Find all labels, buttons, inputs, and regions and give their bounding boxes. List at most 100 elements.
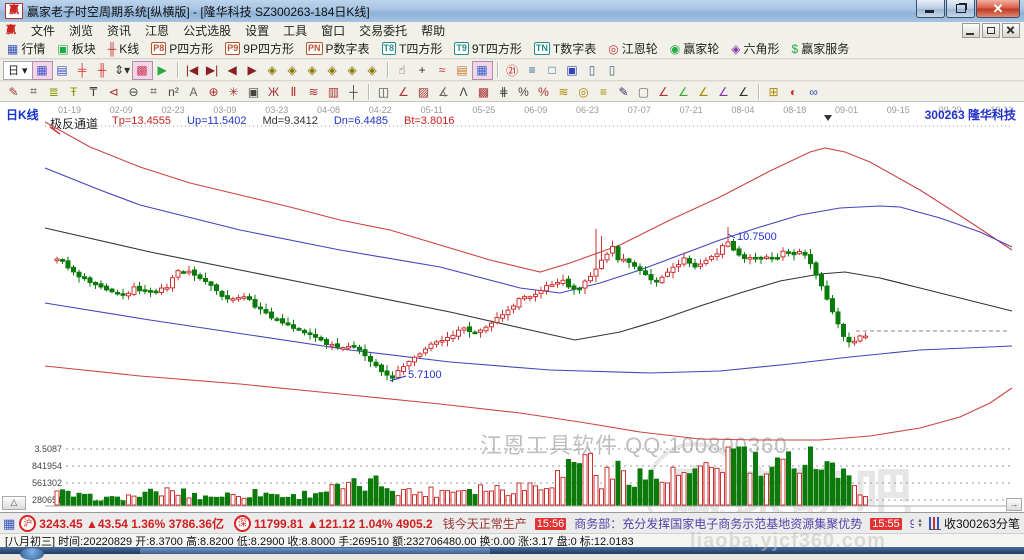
ticker-scroll-spinner[interactable]: ▲ ▼	[917, 519, 923, 529]
star-tool-icon[interactable]: ✳	[224, 83, 243, 100]
menu-item-7[interactable]: 窗口	[314, 21, 352, 40]
cross-tool-icon[interactable]: +	[413, 62, 432, 79]
first-page-icon[interactable]: |◀	[183, 62, 202, 79]
kline-style-1-icon[interactable]: ╪	[73, 62, 92, 79]
gold-wave-tool-icon[interactable]: ≋	[554, 83, 573, 100]
scale-dropdown-icon[interactable]: ⇕▾	[113, 62, 132, 79]
t-table-button[interactable]: TNT数字表	[531, 39, 599, 58]
period-day-dropdown-icon[interactable]: 日 ▾	[4, 62, 32, 79]
menu-item-6[interactable]: 工具	[276, 21, 314, 40]
hash-tool-2-icon[interactable]: ⌗	[144, 83, 163, 100]
calendar-icon[interactable]: ㉑	[503, 62, 522, 79]
p-square-button[interactable]: P8P四方形	[148, 39, 216, 58]
play-icon[interactable]: ▶	[153, 62, 172, 79]
note-tool-icon[interactable]: ▤	[453, 62, 472, 79]
menu-item-3[interactable]: 江恩	[138, 21, 176, 40]
workstation-2-icon[interactable]: ▯	[603, 62, 622, 79]
close-button[interactable]	[976, 0, 1020, 18]
chart-style-2-icon[interactable]: ▤	[53, 62, 72, 79]
mdi-restore-button[interactable]	[982, 23, 1000, 38]
prev-bar-icon[interactable]: ◀	[223, 62, 242, 79]
hand-tool-icon[interactable]: ☝	[393, 62, 412, 79]
menu-item-0[interactable]: 文件	[24, 21, 62, 40]
ratio-tool-icon[interactable]: ⋕	[494, 83, 513, 100]
menu-item-2[interactable]: 资讯	[100, 21, 138, 40]
sector-button[interactable]: ▣板块	[54, 39, 98, 58]
slope-tool-2-icon[interactable]: ∠	[654, 83, 673, 100]
slope-tool-4-icon[interactable]: ∠	[694, 83, 713, 100]
news-item-2[interactable]: 商务部：充分发挥国家电子商务示范基地资源集聚优势	[574, 515, 862, 532]
waves-tool-icon[interactable]: ≋	[304, 83, 323, 100]
menu-item-8[interactable]: 交易委托	[352, 21, 414, 40]
spinner-down-icon[interactable]: ▼	[917, 524, 923, 529]
save-icon[interactable]: ▣	[563, 62, 582, 79]
quote-button[interactable]: ▦行情	[4, 39, 48, 58]
zoom-tool-6-icon[interactable]: ◈	[363, 62, 382, 79]
winner-service-button[interactable]: $赢家服务	[789, 39, 853, 58]
angle-a-tool-icon[interactable]: A	[184, 83, 203, 100]
p-table-button[interactable]: PNP数字表	[303, 39, 373, 58]
gann-wheel-button[interactable]: ◎江恩轮	[605, 39, 661, 58]
gold-lines-tool-icon[interactable]: ≡	[594, 83, 613, 100]
last-page-icon[interactable]: ▶|	[203, 62, 222, 79]
shade-tool-icon[interactable]: ▨	[414, 83, 433, 100]
calculator-icon[interactable]: ≡	[523, 62, 542, 79]
menu-item-4[interactable]: 公式选股	[176, 21, 238, 40]
next-bar-icon[interactable]: ▶	[243, 62, 262, 79]
shanghai-index-quote[interactable]: 3243.45 ▲43.54 1.36% 3786.36亿	[39, 515, 224, 532]
gann-line-3-icon[interactable]: ₸	[84, 83, 103, 100]
gann-line-2-icon[interactable]: Ŧ	[64, 83, 83, 100]
kline-button[interactable]: ╫K线	[105, 39, 143, 58]
windows-taskbar[interactable]	[0, 547, 1024, 554]
panel-window-icon[interactable]: □	[543, 62, 562, 79]
taiji-tool-icon[interactable]: ◐	[784, 83, 803, 100]
grid-plus-tool-icon[interactable]: ⊞	[764, 83, 783, 100]
wave-tool-icon[interactable]: ≈	[433, 62, 452, 79]
news-item-0[interactable]: 钱今天正常生产	[443, 515, 527, 532]
mdi-close-button[interactable]	[1002, 23, 1020, 38]
hash-tool-icon[interactable]: ⌗	[24, 83, 43, 100]
t-square-button[interactable]: T8T四方形	[379, 39, 446, 58]
workstation-1-icon[interactable]: ▯	[583, 62, 602, 79]
9p-square-button[interactable]: P99P四方形	[222, 39, 297, 58]
slope-tool-1-icon[interactable]: ∠	[394, 83, 413, 100]
grid-tool-icon[interactable]: ▦	[473, 62, 492, 79]
n2-tool-icon[interactable]: n²	[164, 83, 183, 100]
kline-mix-icon[interactable]: ▩	[133, 62, 152, 79]
gann-line-1-icon[interactable]: ≣	[44, 83, 63, 100]
news-item-4[interactable]: 9月6日电，日本首相岸田文	[910, 515, 914, 532]
bars-tool-icon[interactable]: Ⅱ	[284, 83, 303, 100]
flag-tool-icon[interactable]: ⊲	[104, 83, 123, 100]
minimize-button[interactable]	[916, 0, 945, 18]
9t-square-button[interactable]: T99T四方形	[451, 39, 525, 58]
hatch-tool-icon[interactable]: ▩	[474, 83, 493, 100]
slope-tool-5-icon[interactable]: ∠	[714, 83, 733, 100]
gold-circle-tool-icon[interactable]: ◎	[574, 83, 593, 100]
candlestick-chart[interactable]: 10.75005.7100	[0, 102, 1024, 512]
angle-tool-icon[interactable]: ∡	[434, 83, 453, 100]
box-tool-icon[interactable]: ▣	[244, 83, 263, 100]
frame-tool-icon[interactable]: ▢	[634, 83, 653, 100]
circle-tool-icon[interactable]: ⊖	[124, 83, 143, 100]
zoom-tool-1-icon[interactable]: ◈	[263, 62, 282, 79]
zoom-tool-3-icon[interactable]: ◈	[303, 62, 322, 79]
cross-lines-tool-icon[interactable]: ┼	[344, 83, 363, 100]
chart-area[interactable]: 江恩工具软件 QQ:100800360 赢家聊吧 日K线 01-1902-090…	[0, 102, 1024, 512]
scroll-right-button[interactable]: →	[1006, 498, 1022, 511]
mdi-minimize-button[interactable]	[962, 23, 980, 38]
peak-tool-icon[interactable]: Λ	[454, 83, 473, 100]
menu-item-1[interactable]: 浏览	[62, 21, 100, 40]
pane-toggle-button[interactable]: △	[2, 496, 26, 510]
menu-item-9[interactable]: 帮助	[414, 21, 452, 40]
taskbar-app-button[interactable]	[140, 548, 490, 554]
grid-box-tool-icon[interactable]: ▥	[324, 83, 343, 100]
pencil-tool-icon[interactable]: ✎	[4, 83, 23, 100]
hexagon-button[interactable]: ◈六角形	[728, 39, 782, 58]
zoom-tool-4-icon[interactable]: ◈	[323, 62, 342, 79]
slope-tool-3-icon[interactable]: ∠	[674, 83, 693, 100]
slope-tool-6-icon[interactable]: ∠	[734, 83, 753, 100]
zoom-tool-5-icon[interactable]: ◈	[343, 62, 362, 79]
quote-grid-icon[interactable]: ▦	[3, 516, 15, 532]
shenzhen-index-quote[interactable]: 11799.81 ▲121.12 1.04% 4905.2	[254, 517, 433, 531]
start-orb-icon[interactable]	[20, 548, 44, 560]
